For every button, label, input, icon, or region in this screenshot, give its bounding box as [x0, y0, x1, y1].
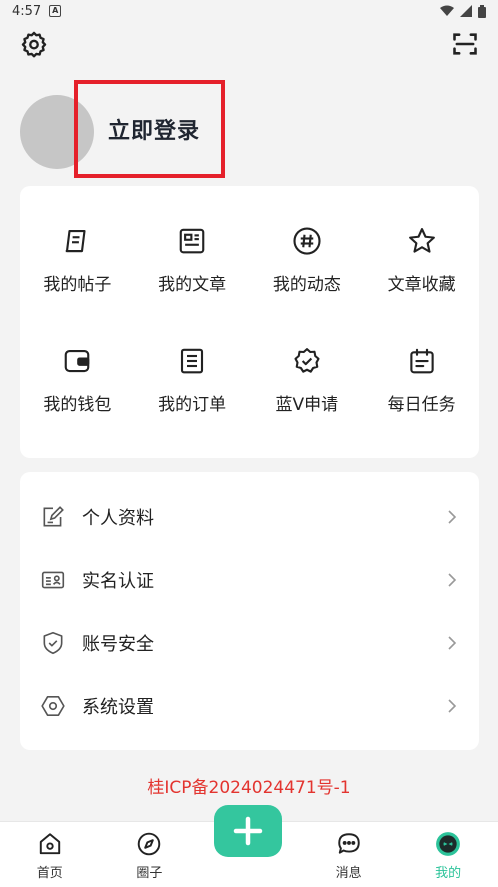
- id-card-icon: [41, 571, 65, 588]
- grid-item-my-moments[interactable]: 我的动态: [250, 226, 365, 346]
- grid-item-my-articles[interactable]: 我的文章: [135, 226, 250, 346]
- chevron-right-icon: [448, 509, 457, 524]
- list-label: 个人资料: [82, 507, 154, 529]
- chevron-right-icon: [448, 698, 457, 713]
- add-post-button[interactable]: [214, 805, 282, 857]
- status-bar: 4:57 A: [0, 0, 498, 22]
- star-icon: [408, 228, 435, 253]
- wifi-icon: [440, 5, 454, 16]
- wallet-icon: [65, 349, 90, 373]
- grid-item-favorites[interactable]: 文章收藏: [364, 226, 479, 346]
- battery-icon: [478, 4, 486, 18]
- grid-item-orders[interactable]: 我的订单: [135, 346, 250, 466]
- shortcut-grid-card: 我的帖子 我的文章 我的动态 文章收藏 我的钱包 我的订单 蓝V申请 每日任务: [20, 186, 479, 458]
- status-time: 4:57: [12, 3, 42, 19]
- login-highlight-box[interactable]: 立即登录: [74, 80, 225, 178]
- profile-face-icon: [436, 832, 461, 856]
- nav-label: 首页: [36, 866, 63, 881]
- nav-item-circle[interactable]: 圈子: [100, 822, 200, 887]
- post-icon: [66, 229, 86, 253]
- chevron-right-icon: [448, 635, 457, 650]
- nav-item-messages[interactable]: 消息: [299, 822, 399, 887]
- nav-label: 消息: [335, 866, 362, 881]
- grid-label: 蓝V申请: [275, 395, 339, 415]
- shield-icon: [43, 631, 63, 654]
- nav-label: 圈子: [136, 866, 163, 881]
- list-row-verification[interactable]: 实名认证: [20, 548, 479, 611]
- list-label: 实名认证: [82, 570, 154, 592]
- calendar-icon: [409, 348, 434, 374]
- plus-icon: [233, 816, 263, 846]
- chevron-right-icon: [448, 572, 457, 587]
- grid-label: 我的订单: [158, 395, 227, 415]
- list-label: 系统设置: [82, 696, 154, 718]
- icp-record-link[interactable]: 桂ICP备2024024471号-1: [0, 773, 498, 798]
- login-text[interactable]: 立即登录: [108, 113, 200, 145]
- grid-item-blue-v[interactable]: 蓝V申请: [250, 346, 365, 466]
- compass-icon: [138, 832, 161, 856]
- signal-icon: [460, 5, 472, 17]
- settings-list-card: 个人资料 实名认证 账号安全 系统设置: [20, 472, 479, 750]
- list-row-system-settings[interactable]: 系统设置: [20, 674, 479, 737]
- nav-item-home[interactable]: 首页: [0, 822, 100, 887]
- shortcut-grid: 我的帖子 我的文章 我的动态 文章收藏 我的钱包 我的订单 蓝V申请 每日任务: [20, 186, 479, 466]
- home-icon: [39, 833, 60, 855]
- grid-label: 我的动态: [272, 275, 341, 295]
- nav-label: 我的: [435, 866, 462, 881]
- edit-icon: [43, 505, 64, 526]
- gear-icon[interactable]: [20, 30, 48, 58]
- message-icon: [337, 833, 360, 854]
- list-row-profile[interactable]: 个人资料: [20, 485, 479, 548]
- hashtag-icon: [293, 227, 321, 255]
- list-row-account-security[interactable]: 账号安全: [20, 611, 479, 674]
- badge-check-icon: [294, 348, 320, 373]
- grid-item-daily-tasks[interactable]: 每日任务: [364, 346, 479, 466]
- grid-item-wallet[interactable]: 我的钱包: [20, 346, 135, 466]
- order-icon: [181, 348, 204, 374]
- notification-badge: A: [49, 5, 62, 17]
- status-icons: [440, 4, 486, 18]
- article-icon: [179, 228, 205, 254]
- hexagon-icon: [41, 695, 65, 716]
- scan-icon[interactable]: [451, 30, 479, 58]
- grid-label: 每日任务: [387, 395, 456, 415]
- grid-label: 文章收藏: [387, 275, 456, 295]
- grid-label: 我的文章: [158, 275, 227, 295]
- grid-label: 我的帖子: [43, 275, 112, 295]
- nav-item-mine[interactable]: 我的: [398, 822, 498, 887]
- list-label: 账号安全: [82, 633, 154, 655]
- grid-label: 我的钱包: [43, 395, 112, 415]
- grid-item-my-posts[interactable]: 我的帖子: [20, 226, 135, 346]
